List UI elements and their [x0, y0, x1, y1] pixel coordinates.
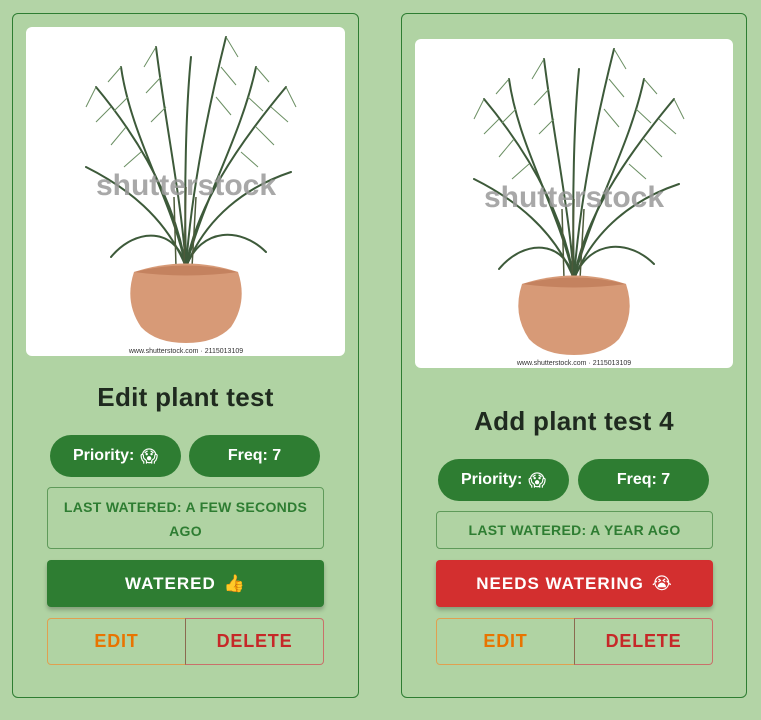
last-watered-status: LAST WATERED: A FEW SECONDS AGO: [47, 487, 324, 549]
water-button-label: NEEDS WATERING: [476, 573, 644, 593]
watermark-text: shutterstock: [96, 169, 276, 202]
frequency-label: Freq: 7: [616, 471, 671, 488]
plant-card: shutterstock www.shutterstock.com · 2115…: [401, 13, 747, 698]
water-button-label: WATERED: [125, 573, 216, 593]
card-actions: EDIT DELETE: [436, 618, 713, 665]
edit-button[interactable]: EDIT: [436, 618, 575, 665]
priority-chip: Priority: 😱: [438, 459, 569, 501]
plant-card: shutterstock www.shutterstock.com · 2115…: [12, 13, 359, 698]
watermark-text: shutterstock: [484, 181, 664, 214]
frequency-label: Freq: 7: [227, 447, 282, 464]
last-watered-status: LAST WATERED: A YEAR AGO: [436, 511, 713, 549]
thumbs-up-icon: 👍: [223, 574, 246, 593]
plant-name: Edit plant test: [97, 382, 274, 412]
frequency-chip: Freq: 7: [578, 459, 709, 501]
priority-emoji-icon: 😱: [140, 446, 159, 466]
potted-palm-illustration: shutterstock www.shutterstock.com · 2115…: [85, 36, 297, 355]
priority-emoji-icon: 😱: [528, 470, 547, 490]
delete-button[interactable]: DELETE: [185, 618, 324, 665]
card-actions: EDIT DELETE: [47, 618, 324, 665]
image-caption: www.shutterstock.com · 2115013109: [128, 348, 243, 355]
plant-photo: shutterstock www.shutterstock.com · 2115…: [26, 27, 345, 356]
potted-palm-illustration: shutterstock www.shutterstock.com · 2115…: [473, 48, 685, 367]
edit-button[interactable]: EDIT: [47, 618, 186, 665]
delete-button[interactable]: DELETE: [574, 618, 713, 665]
needs-watering-button[interactable]: NEEDS WATERING 😭: [436, 560, 713, 607]
image-caption: www.shutterstock.com · 2115013109: [516, 360, 631, 367]
frequency-chip: Freq: 7: [189, 435, 320, 477]
priority-label: Priority:: [72, 447, 135, 464]
plant-name: Add plant test 4: [474, 406, 674, 436]
priority-label: Priority:: [460, 471, 523, 488]
watered-button[interactable]: WATERED 👍: [47, 560, 324, 607]
priority-chip: Priority: 😱: [50, 435, 181, 477]
crying-face-icon: 😭: [651, 574, 673, 593]
plant-photo: shutterstock www.shutterstock.com · 2115…: [415, 39, 733, 368]
